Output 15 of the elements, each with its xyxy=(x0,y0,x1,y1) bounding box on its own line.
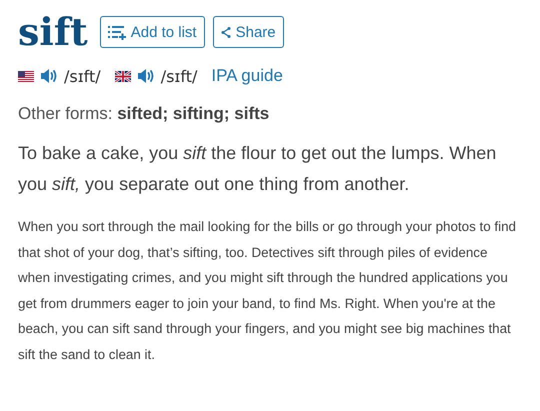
share-icon xyxy=(220,26,231,38)
other-forms: Other forms: sifted; sifting; sifts xyxy=(18,104,270,124)
share-button[interactable]: Share xyxy=(212,16,284,48)
long-definition: When you sort through the mail looking for the bills or go through your photos to find that shot of your dog, that’s sifting, too. Detectives sift through piles of evidence when investigating crimes, and you might sift through the hundred applications you get from drummers eager to join your band, to find Ms. Right. When you're at the beach, you can sift sand through your fingers, and you might see big machines that sift the sand to clean it. xyxy=(18,218,517,364)
list-add-icon xyxy=(108,24,126,40)
add-to-list-button[interactable]: Add to list xyxy=(100,16,205,48)
speaker-icon[interactable] xyxy=(40,68,58,84)
short-definition: To bake a cake, you sift the flour to get out the lumps. When you sift, you separate out one thing from another. xyxy=(18,142,498,196)
speaker-icon[interactable] xyxy=(136,68,155,84)
us-flag-icon xyxy=(18,70,34,82)
ipa-guide-link[interactable]: IPA guide xyxy=(211,66,283,86)
pronunciation: /sɪft/ xyxy=(64,66,101,86)
headword: sift xyxy=(18,8,88,56)
pronunciation: /sɪft/ xyxy=(160,66,198,86)
uk-flag-icon xyxy=(114,70,131,82)
